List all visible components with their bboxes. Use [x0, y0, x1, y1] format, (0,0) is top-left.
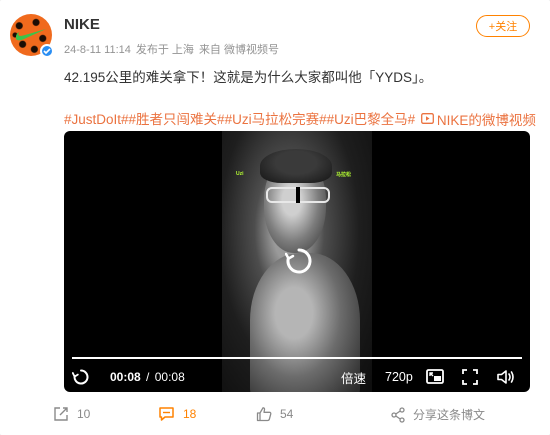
replay-button[interactable]: [72, 367, 90, 387]
volume-icon: [497, 370, 514, 384]
picture-in-picture-button[interactable]: [426, 367, 444, 387]
thumbs-up-icon: [256, 407, 272, 422]
topic-link[interactable]: #胜者只闯难关#: [129, 112, 225, 127]
runner-glasses: [266, 187, 330, 203]
verified-badge-icon: [40, 44, 54, 58]
speed-button[interactable]: 倍速: [341, 367, 366, 387]
post-meta: 24-8-11 11:14 发布于 上海 来自 微博视频号: [64, 41, 284, 57]
follow-button[interactable]: +关注: [476, 15, 530, 37]
video-controls: 00:08 / 00:08 倍速 720p: [64, 363, 530, 391]
like-button[interactable]: 54: [256, 406, 293, 422]
topic-link[interactable]: #JustDoIt#: [64, 112, 129, 127]
fullscreen-button[interactable]: [462, 367, 478, 387]
video-progress-bar[interactable]: [72, 357, 522, 359]
share-nodes-icon: [391, 406, 405, 423]
loading-spinner-icon: [285, 248, 312, 274]
comment-count: 18: [183, 407, 197, 421]
video-source-label: NIKE的微博视频: [436, 112, 536, 128]
share-button[interactable]: 10: [53, 406, 90, 422]
post-date[interactable]: 24-8-11 11:14: [64, 44, 131, 56]
fullscreen-icon: [462, 369, 478, 385]
video-camera-icon: [420, 113, 434, 124]
post-topics: #JustDoIt##胜者只闯难关##Uzi马拉松完赛##Uzi巴黎全马# NI…: [64, 108, 536, 129]
post-source[interactable]: 来自 微博视频号: [199, 44, 279, 56]
comment-button[interactable]: 18: [158, 406, 196, 422]
picture-in-picture-icon: [426, 369, 444, 384]
post-actions: 10 18 54 分享这条博文: [0, 404, 550, 428]
video-source-link[interactable]: NIKE的微博视频: [419, 109, 536, 129]
weibo-post-card: NIKE 24-8-11 11:14 发布于 上海 来自 微博视频号 +关注 42.…: [0, 0, 550, 435]
time-separator: /: [146, 370, 150, 384]
runner-hair: [260, 149, 332, 183]
share-count: 10: [77, 407, 91, 421]
post-text: 42.195公里的难关拿下！这就是为什么大家都叫他「YYDS」。: [64, 70, 433, 85]
frame-caption-left: Uzi: [236, 171, 244, 177]
video-time: 00:08 / 00:08: [110, 370, 185, 384]
share-to-weibo-button[interactable]: 分享这条博文: [391, 406, 485, 423]
replay-icon: [72, 369, 89, 385]
share-icon: [54, 407, 68, 421]
current-time: 00:08: [110, 370, 141, 384]
username[interactable]: NIKE: [64, 16, 100, 33]
comment-icon: [159, 407, 174, 421]
like-count: 54: [280, 407, 294, 421]
nike-swoosh-logo: [15, 29, 46, 41]
frame-caption-right: 马拉松: [336, 172, 352, 178]
topic-link[interactable]: #Uzi巴黎全马#: [327, 112, 416, 127]
topic-link[interactable]: #Uzi马拉松完赛#: [225, 112, 327, 127]
duration: 00:08: [154, 370, 185, 384]
video-progress-fill: [72, 357, 522, 359]
video-player[interactable]: Uzi 马拉松 00:08 / 00:08 倍速 720p: [64, 131, 530, 392]
post-location: 发布于 上海: [135, 44, 194, 56]
quality-button[interactable]: 720p: [385, 367, 413, 387]
share-to-weibo-label: 分享这条博文: [413, 408, 486, 422]
volume-button[interactable]: [497, 367, 515, 387]
